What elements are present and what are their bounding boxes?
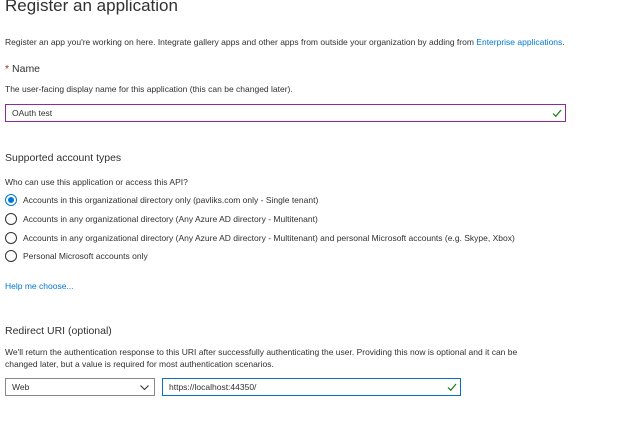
required-marker: * <box>5 63 10 75</box>
intro-description: Register an app you're working on here. … <box>5 37 477 47</box>
intro-text: Register an app you're working on here. … <box>5 36 565 48</box>
account-types-question: Who can use this application or access t… <box>5 177 188 187</box>
radio-button[interactable] <box>5 232 17 244</box>
radio-option-multitenant-personal[interactable]: Accounts in any organizational directory… <box>5 231 515 245</box>
enterprise-applications-link[interactable]: Enterprise applications <box>476 37 562 47</box>
radio-option-personal-only[interactable]: Personal Microsoft accounts only <box>5 249 148 263</box>
radio-option-label: Accounts in any organizational directory… <box>23 233 515 243</box>
chevron-down-icon <box>140 385 149 391</box>
redirect-description-line-2: changed later, but a value is required f… <box>5 359 274 369</box>
intro-period: . <box>562 37 565 47</box>
radio-option-label: Personal Microsoft accounts only <box>23 251 148 261</box>
name-input[interactable] <box>5 104 566 122</box>
radio-option-single-tenant[interactable]: Accounts in this organizational director… <box>5 193 318 207</box>
supported-account-types-title: Supported account types <box>5 152 122 164</box>
redirect-description-line-1: We'll return the authentication response… <box>5 347 518 357</box>
check-icon <box>552 109 562 118</box>
check-icon <box>447 383 457 392</box>
name-label-text: Name <box>12 63 41 75</box>
radio-option-label: Accounts in any organizational directory… <box>23 214 318 224</box>
radio-button[interactable] <box>5 250 17 262</box>
radio-option-multitenant[interactable]: Accounts in any organizational directory… <box>5 212 318 226</box>
help-me-choose-link[interactable]: Help me choose... <box>5 280 74 292</box>
radio-button[interactable] <box>5 194 17 206</box>
name-label: * Name <box>5 62 40 76</box>
name-description: The user-facing display name for this ap… <box>5 84 293 94</box>
radio-button[interactable] <box>5 213 17 225</box>
radio-option-label: Accounts in this organizational director… <box>23 195 319 205</box>
platform-select[interactable]: Web <box>5 378 155 396</box>
redirect-uri-title: Redirect URI (optional) <box>5 325 112 337</box>
platform-select-value: Web <box>12 382 30 392</box>
page-title: Register an application <box>5 0 178 15</box>
redirect-uri-input[interactable] <box>162 378 461 396</box>
